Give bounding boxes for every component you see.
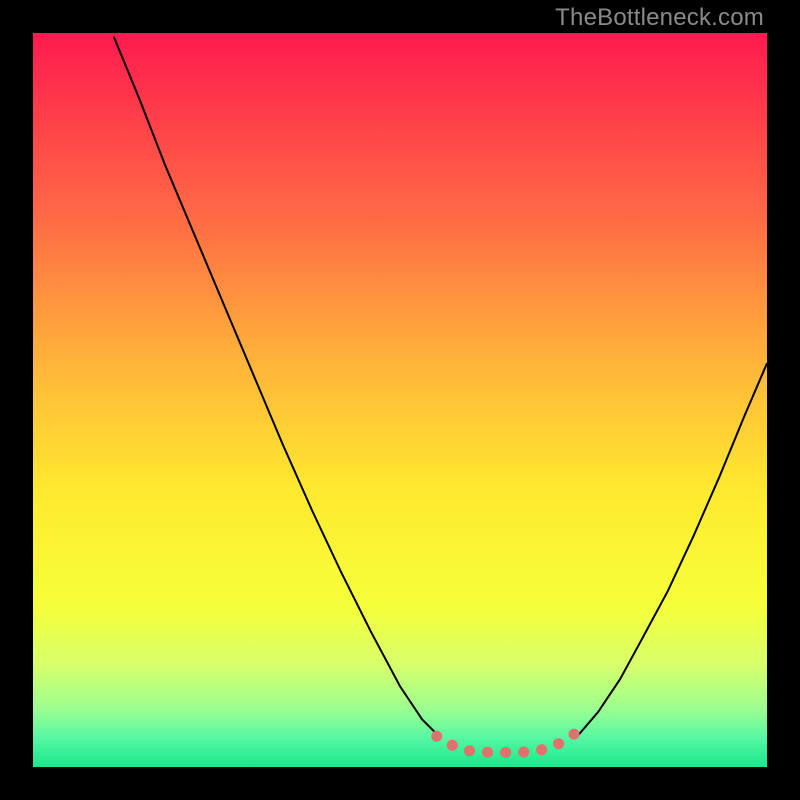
plot-area <box>33 33 767 767</box>
left-curve <box>114 37 441 738</box>
chart-frame: TheBottleneck.com <box>0 0 800 800</box>
curves-layer <box>33 33 767 767</box>
right-curve <box>576 363 767 737</box>
watermark-text: TheBottleneck.com <box>555 4 764 32</box>
valley-highlight <box>437 730 580 752</box>
